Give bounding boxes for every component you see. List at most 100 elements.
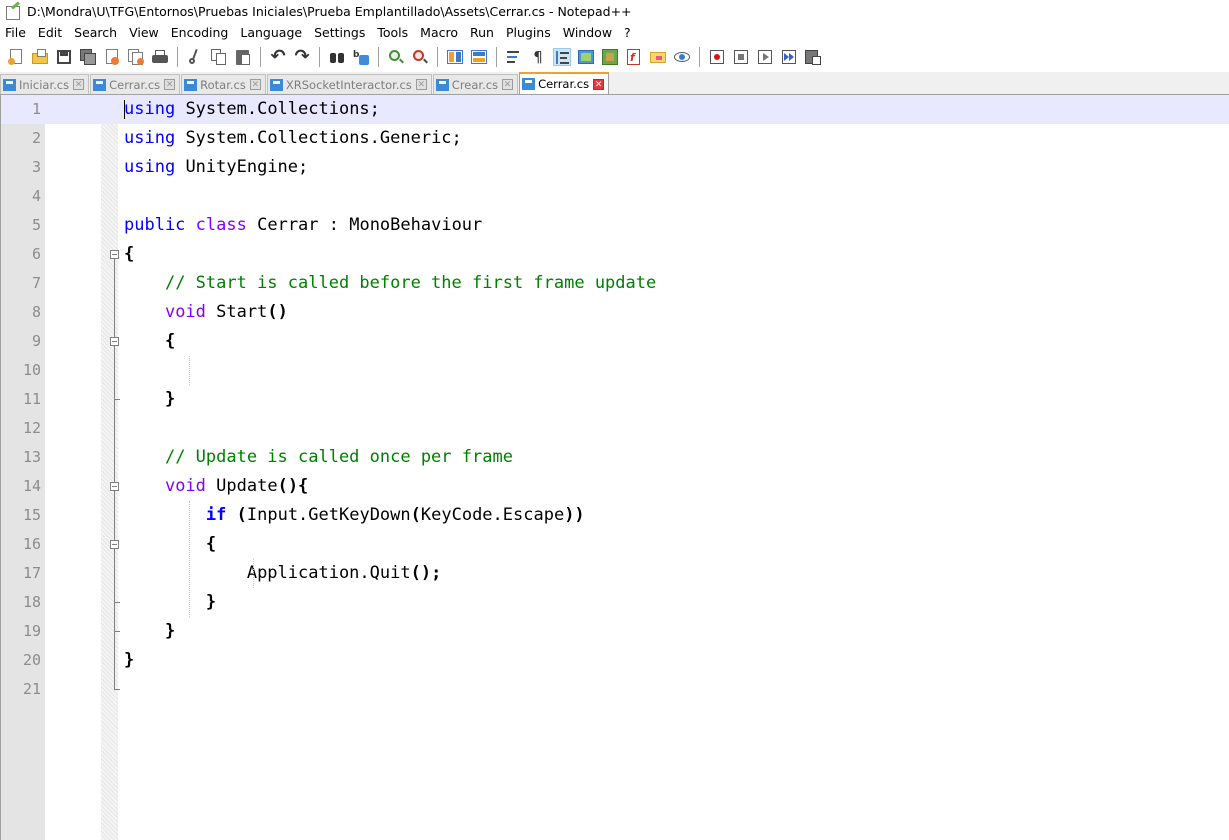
menu-help[interactable]: ? [618, 25, 637, 40]
copy-icon[interactable] [210, 48, 228, 66]
tab-cerrar-active[interactable]: Cerrar.cs ✕ [519, 72, 610, 94]
doc-map-icon[interactable] [601, 48, 619, 66]
udl-icon[interactable] [577, 48, 595, 66]
code-line[interactable]: 19 } [1, 617, 1229, 646]
tab-cerrar[interactable]: Cerrar.cs ✕ [90, 74, 181, 94]
menu-encoding[interactable]: Encoding [165, 25, 235, 40]
window-title: D:\Mondra\U\TFG\Entornos\Pruebas Inicial… [27, 3, 632, 19]
text-caret [124, 100, 125, 119]
code-line[interactable]: 17 Application.Quit(); [1, 559, 1229, 588]
find-icon[interactable] [328, 48, 346, 66]
new-file-icon[interactable] [7, 48, 25, 66]
line-number: 8 [31, 303, 41, 321]
code-line[interactable]: 12 [1, 414, 1229, 443]
indent-guide-icon[interactable] [553, 48, 571, 66]
close-tab-icon[interactable]: ✕ [502, 79, 514, 90]
fold-toggle[interactable] [110, 482, 119, 491]
close-tab-icon[interactable]: ✕ [164, 79, 176, 90]
code-text: if (Input.GetKeyDown(KeyCode.Escape)) [205, 505, 585, 525]
close-all-icon[interactable] [127, 48, 145, 66]
code-line[interactable]: 6 { [1, 240, 1229, 269]
menu-search[interactable]: Search [68, 25, 123, 40]
fold-end-marker [114, 399, 120, 400]
code-text: { [124, 244, 135, 264]
function-list-icon[interactable]: f [625, 48, 643, 66]
line-number: 18 [22, 593, 41, 611]
menu-language[interactable]: Language [234, 25, 308, 40]
tab-crear[interactable]: Crear.cs ✕ [432, 74, 519, 94]
code-line[interactable]: 16 { [1, 530, 1229, 559]
toolbar-separator [177, 47, 178, 67]
fold-toggle[interactable] [110, 250, 119, 259]
undo-icon[interactable]: ↶ [269, 48, 287, 66]
code-line[interactable]: 7 // Start is called before the first fr… [1, 269, 1229, 298]
menu-macro[interactable]: Macro [414, 25, 464, 40]
code-line[interactable]: 20 } [1, 646, 1229, 675]
menu-window[interactable]: Window [557, 25, 618, 40]
tab-iniciar[interactable]: Iniciar.cs ✕ [0, 74, 90, 94]
paste-icon[interactable] [234, 48, 252, 66]
code-text: public class Cerrar : MonoBehaviour [124, 215, 483, 235]
menu-edit[interactable]: Edit [32, 25, 68, 40]
menu-settings[interactable]: Settings [308, 25, 371, 40]
code-line[interactable]: 3 using UnityEngine; [1, 153, 1229, 182]
code-line[interactable]: 8 void Start() [1, 298, 1229, 327]
replace-icon[interactable]: b [352, 48, 370, 66]
code-line[interactable]: 10 [1, 356, 1229, 385]
line-number: 5 [31, 216, 41, 234]
zoom-in-icon[interactable] [387, 48, 405, 66]
tab-xrsocketinteractor[interactable]: XRSocketInteractor.cs ✕ [266, 74, 432, 94]
saved-file-icon [184, 78, 198, 91]
line-number: 15 [22, 506, 41, 524]
record-macro-icon[interactable] [708, 48, 726, 66]
menu-bar: File Edit Search View Encoding Language … [0, 22, 1229, 42]
menu-plugins[interactable]: Plugins [500, 25, 557, 40]
code-line[interactable]: 1 using System.Collections; [1, 95, 1229, 124]
sync-vertical-icon[interactable] [446, 48, 464, 66]
zoom-out-icon[interactable] [411, 48, 429, 66]
save-all-icon[interactable] [79, 48, 97, 66]
toolbar-separator [437, 47, 438, 67]
close-tab-icon[interactable]: ✕ [73, 79, 85, 90]
open-file-icon[interactable] [31, 48, 49, 66]
menu-file[interactable]: File [0, 25, 32, 40]
close-tab-icon[interactable]: ✕ [593, 78, 605, 90]
show-all-chars-icon[interactable]: ¶ [529, 48, 547, 66]
run-macro-multiple-icon[interactable] [780, 48, 798, 66]
line-number: 16 [22, 535, 41, 553]
stop-record-icon[interactable] [732, 48, 750, 66]
code-line[interactable]: 13 // Update is called once per frame [1, 443, 1229, 472]
saved-file-icon [522, 78, 536, 90]
close-tab-icon[interactable]: ✕ [415, 79, 427, 90]
fold-toggle[interactable] [110, 540, 119, 549]
title-bar: D:\Mondra\U\TFG\Entornos\Pruebas Inicial… [0, 0, 1229, 22]
sync-horizontal-icon[interactable] [470, 48, 488, 66]
word-wrap-icon[interactable] [505, 48, 523, 66]
close-icon[interactable] [103, 48, 121, 66]
cut-icon[interactable] [186, 48, 204, 66]
fold-end-marker [114, 631, 120, 632]
play-macro-icon[interactable] [756, 48, 774, 66]
code-line[interactable]: 9 { [1, 327, 1229, 356]
save-macro-icon[interactable] [804, 48, 822, 66]
code-line[interactable]: 5 public class Cerrar : MonoBehaviour [1, 211, 1229, 240]
code-line[interactable]: 14 void Update(){ [1, 472, 1229, 501]
fold-toggle[interactable] [110, 337, 119, 346]
code-line[interactable]: 21 [1, 675, 1229, 704]
tab-rotar[interactable]: Rotar.cs ✕ [181, 74, 266, 94]
redo-icon[interactable]: ↷ [293, 48, 311, 66]
code-editor[interactable]: 1 using System.Collections; 2 using Syst… [0, 95, 1229, 840]
menu-tools[interactable]: Tools [371, 25, 414, 40]
monitoring-icon[interactable] [673, 48, 691, 66]
close-tab-icon[interactable]: ✕ [249, 79, 261, 90]
save-icon[interactable] [55, 48, 73, 66]
print-icon[interactable] [151, 48, 169, 66]
code-line[interactable]: 2 using System.Collections.Generic; [1, 124, 1229, 153]
folder-workspace-icon[interactable] [649, 48, 667, 66]
code-line[interactable]: 18 } [1, 588, 1229, 617]
menu-view[interactable]: View [123, 25, 165, 40]
code-line[interactable]: 15 if (Input.GetKeyDown(KeyCode.Escape)) [1, 501, 1229, 530]
code-line[interactable]: 4 [1, 182, 1229, 211]
code-line[interactable]: 11 } [1, 385, 1229, 414]
menu-run[interactable]: Run [464, 25, 500, 40]
